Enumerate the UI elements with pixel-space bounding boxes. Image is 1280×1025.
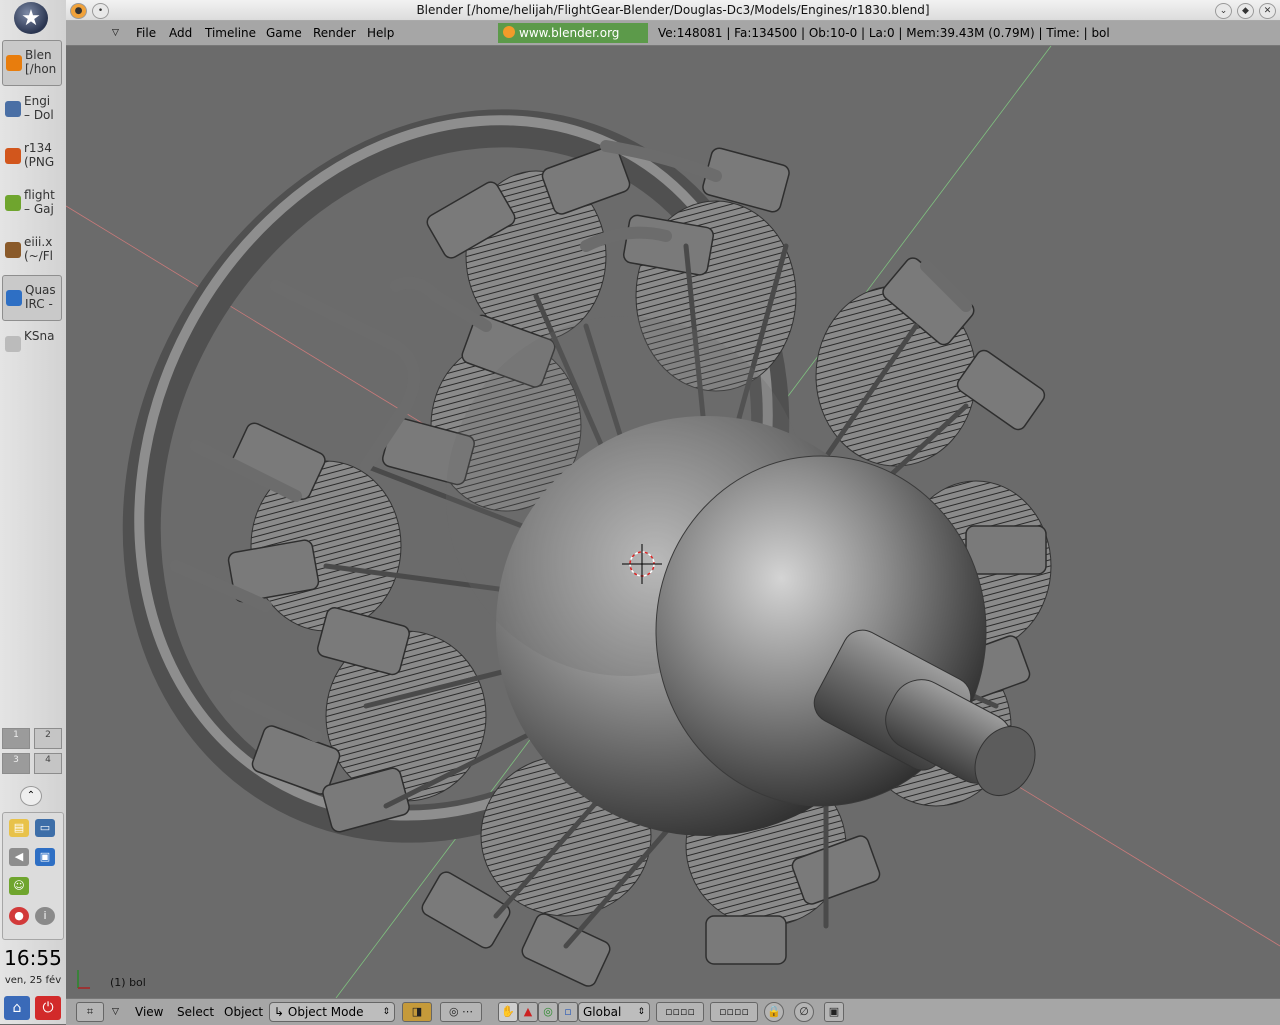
3d-view-header: ⌗ ▽ View Select Object ↳ Object Mode ⇕ ◨… xyxy=(66,998,1280,1025)
taskbar-task-label-line2: – Dol xyxy=(24,108,54,122)
taskbar-task-6[interactable]: KSna xyxy=(2,322,60,366)
taskbar-task-1[interactable]: Engi – Dol xyxy=(2,87,60,131)
menu-file[interactable]: File xyxy=(136,26,156,40)
quassel-irc-icon xyxy=(6,290,22,306)
object-mode-icon: ↳ xyxy=(274,1005,285,1019)
transform-manipulator-hand-icon[interactable]: ✋ xyxy=(498,1002,518,1022)
menu-object[interactable]: Object xyxy=(224,1005,263,1019)
clipboard-icon[interactable]: ▤ xyxy=(9,819,29,837)
translate-manipulator-icon[interactable]: ▲ xyxy=(518,1002,538,1022)
menu-select[interactable]: Select xyxy=(177,1005,214,1019)
layer-buttons-group-2[interactable]: ▫▫▫▫ xyxy=(710,1002,758,1022)
taskbar-task-label-line1: eiii.x xyxy=(24,235,53,249)
taskbar-task-label-line2: (PNG xyxy=(24,155,55,169)
taskbar-task-3[interactable]: flight – Gaj xyxy=(2,181,60,225)
taskbar-task-label-line1: flight xyxy=(24,188,55,202)
orientation-select-value: Global xyxy=(583,1005,622,1019)
menu-view[interactable]: View xyxy=(135,1005,163,1019)
clock[interactable]: 16:55 xyxy=(0,946,66,970)
blender-logo-icon xyxy=(503,26,515,38)
menu-add[interactable]: Add xyxy=(169,26,192,40)
header-menu-collapse-icon[interactable]: ▽ xyxy=(112,1007,119,1017)
menu-help[interactable]: Help xyxy=(367,26,394,40)
text-editor-icon xyxy=(5,242,21,258)
taskbar-task-label-line2: (~/Fl xyxy=(24,249,54,263)
editor-type-icon[interactable]: ⌗ xyxy=(76,1002,104,1022)
network-icon[interactable]: ▣ xyxy=(35,848,55,866)
firefox-icon xyxy=(5,148,21,164)
taskbar-task-label-line1: Blen xyxy=(25,48,52,62)
taskbar-task-label-line2: [/hon xyxy=(25,62,57,76)
window-title: Blender [/home/helijah/FlightGear-Blende… xyxy=(416,3,930,17)
menu-game[interactable]: Game xyxy=(266,26,302,40)
header-collapse-icon[interactable]: ▽ xyxy=(112,28,119,38)
desktop-1-button[interactable]: 1 xyxy=(2,728,30,749)
display-icon[interactable]: ▭ xyxy=(35,819,55,837)
active-object-label: (1) bol xyxy=(110,976,146,989)
taskbar-task-label-line2: – Gaj xyxy=(24,202,54,216)
chevron-updown-icon: ⇕ xyxy=(637,1007,645,1017)
info-icon[interactable]: i xyxy=(35,907,55,925)
3d-viewport[interactable]: (1) bol xyxy=(66,46,1280,998)
file-manager-icon xyxy=(5,101,21,117)
menu-timeline[interactable]: Timeline xyxy=(205,26,256,40)
taskbar-task-label: Blen [/hon xyxy=(25,48,61,76)
lock-layers-icon[interactable]: 🔒 xyxy=(764,1002,784,1022)
minimize-icon[interactable]: ⌄ xyxy=(1215,3,1232,19)
close-icon[interactable]: ✕ xyxy=(1259,3,1276,19)
taskbar-task-label: KSna xyxy=(24,329,60,343)
desktop-2-button[interactable]: 2 xyxy=(34,728,62,749)
orientation-select[interactable]: Global ⇕ xyxy=(578,1002,650,1022)
tray-expand-icon[interactable]: ⌃ xyxy=(20,786,42,806)
taskbar-task-label-line1: r134 xyxy=(24,141,52,155)
snap-icon[interactable]: ∅ xyxy=(794,1002,814,1022)
blender-info-header: ▽ File Add Timeline Game Render Help www… xyxy=(66,21,1280,60)
kmenu-launcher-icon[interactable]: ★ xyxy=(14,2,48,34)
logout-power-icon[interactable]: ⏻ xyxy=(35,996,61,1020)
taskbar-task-4[interactable]: eiii.x (~/Fl xyxy=(2,228,60,272)
blender-version-label[interactable]: www.blender.org 249.2 xyxy=(498,23,648,60)
taskbar-task-0[interactable]: Blen [/hon xyxy=(2,40,62,86)
window-titlebar[interactable]: ● • Blender [/home/helijah/FlightGear-Bl… xyxy=(66,0,1280,21)
scale-manipulator-icon[interactable]: ▫ xyxy=(558,1002,578,1022)
date: ven, 25 fév xyxy=(4,975,62,986)
volume-icon[interactable]: ◀ xyxy=(9,848,29,866)
gajim-tray-icon[interactable]: ☺ xyxy=(9,877,29,895)
mode-select[interactable]: ↳ Object Mode ⇕ xyxy=(269,1002,395,1022)
taskbar-task-label: Engi – Dol xyxy=(24,94,60,122)
blender-icon xyxy=(6,55,22,71)
ksnapshot-icon xyxy=(5,336,21,352)
taskbar-task-label: Quas IRC - xyxy=(25,283,61,311)
mode-select-value: Object Mode xyxy=(287,1005,364,1019)
layer-buttons-group-1[interactable]: ▫▫▫▫ xyxy=(656,1002,704,1022)
desktop-3-button[interactable]: 3 xyxy=(2,753,30,774)
taskbar-task-2[interactable]: r134 (PNG xyxy=(2,134,60,178)
taskbar-task-label-line2: IRC - xyxy=(25,297,53,311)
menu-render[interactable]: Render xyxy=(313,26,356,40)
rotate-manipulator-icon[interactable]: ◎ xyxy=(538,1002,558,1022)
lock-screen-icon[interactable]: ⌂ xyxy=(4,996,30,1020)
radial-engine-model[interactable] xyxy=(66,46,1280,998)
render-preview-icon[interactable]: ▣ xyxy=(824,1002,844,1022)
taskbar-task-label: r134 (PNG xyxy=(24,141,60,169)
view-axis-gizmo-icon xyxy=(77,970,90,989)
taskbar-task-label-line1: Quas xyxy=(25,283,56,297)
chevron-updown-icon: ⇕ xyxy=(382,1007,390,1017)
taskbar-task-label: eiii.x (~/Fl xyxy=(24,235,60,263)
system-tray: ▤ ▭ ◀ ▣ ☺ ● i xyxy=(2,812,64,940)
taskbar-task-label-line1: KSna xyxy=(24,329,55,343)
gajim-icon xyxy=(5,195,21,211)
taskbar-task-label: flight – Gaj xyxy=(24,188,60,216)
taskbar-task-5[interactable]: Quas IRC - xyxy=(2,275,62,321)
pivot-point-select-icon[interactable]: ◎ ⋯ xyxy=(440,1002,482,1022)
maximize-icon[interactable]: ◆ xyxy=(1237,3,1254,19)
draw-type-select-icon[interactable]: ◨ xyxy=(402,1002,432,1022)
taskbar: ★ Blen [/hon Engi – Dol r134 (PNG flight – Gaj e… xyxy=(0,0,67,1024)
updater-icon[interactable]: ● xyxy=(9,907,29,925)
scene-stats: Ve:148081 | Fa:134500 | Ob:10-0 | La:0 |… xyxy=(658,26,1110,40)
desktop-4-button[interactable]: 4 xyxy=(34,753,62,774)
taskbar-task-label-line1: Engi xyxy=(24,94,51,108)
